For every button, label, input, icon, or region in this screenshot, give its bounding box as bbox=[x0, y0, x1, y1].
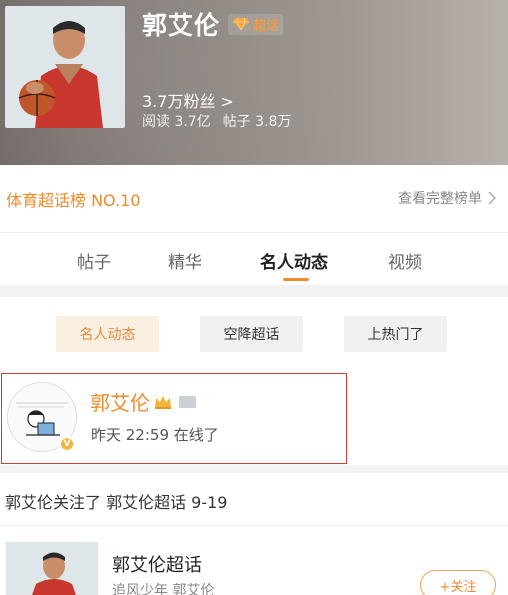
chevron-right-icon bbox=[488, 191, 496, 205]
crown-icon bbox=[155, 395, 171, 409]
diamond-icon bbox=[233, 17, 250, 31]
ranking-row[interactable]: 体育超话榜 NO.10 查看完整榜单 bbox=[0, 165, 508, 233]
filter-chips: 名人动态 空降超话 上热门了 bbox=[0, 297, 508, 371]
badge-label: 超话 bbox=[253, 18, 280, 34]
topic-subtitle: 追风少年 郭艾伦 bbox=[112, 583, 215, 595]
last-online-text: 昨天 22:59 在线了 bbox=[91, 426, 219, 444]
supertopic-badge[interactable]: 超话 bbox=[228, 13, 284, 35]
tab-featured[interactable]: 精华 bbox=[168, 248, 202, 273]
topic-thumbnail[interactable] bbox=[6, 542, 98, 595]
tab-posts[interactable]: 帖子 bbox=[77, 248, 111, 273]
activity-row[interactable]: 郭艾伦关注了 郭艾伦超话 9-19 bbox=[0, 473, 508, 526]
tab-bar: 帖子 精华 名人动态 视频 bbox=[0, 234, 508, 284]
cover-image[interactable] bbox=[5, 6, 125, 128]
post-count: 帖子 3.8万 bbox=[222, 114, 292, 130]
activity-text: 郭艾伦关注了 郭艾伦超话 9-19 bbox=[5, 493, 228, 512]
view-full-ranking-link[interactable]: 查看完整榜单 bbox=[398, 188, 496, 208]
ranking-label: 体育超话榜 NO.10 bbox=[6, 191, 141, 210]
level-badge-icon bbox=[179, 395, 196, 408]
tab-celebrity-updates[interactable]: 名人动态 bbox=[260, 248, 328, 273]
verified-icon: V bbox=[59, 436, 75, 452]
section-divider bbox=[0, 465, 508, 473]
active-tab-indicator bbox=[283, 278, 309, 281]
follow-button[interactable]: +关注 bbox=[420, 570, 496, 595]
topic-stats: 阅读 3.7亿 帖子 3.8万 bbox=[142, 111, 291, 131]
fans-count[interactable]: 3.7万粉丝 > bbox=[142, 88, 234, 112]
celebrity-name-row: 郭艾伦 bbox=[90, 387, 196, 416]
section-divider bbox=[0, 285, 508, 297]
filter-airdrop[interactable]: 空降超话 bbox=[200, 316, 303, 352]
topic-title: 郭艾伦 bbox=[142, 11, 221, 40]
tab-videos[interactable]: 视频 bbox=[388, 248, 422, 273]
read-count: 阅读 3.7亿 bbox=[142, 114, 211, 130]
filter-trending[interactable]: 上热门了 bbox=[344, 316, 447, 352]
topic-name: 郭艾伦超话 bbox=[112, 555, 202, 576]
celebrity-name[interactable]: 郭艾伦 bbox=[90, 387, 150, 416]
view-full-label: 查看完整榜单 bbox=[398, 191, 482, 207]
filter-celebrity-updates[interactable]: 名人动态 bbox=[56, 316, 159, 352]
celebrity-card[interactable]: V 郭艾伦 昨天 22:59 在线了 bbox=[1, 373, 347, 464]
title-row: 郭艾伦 超话 bbox=[142, 6, 284, 42]
supertopic-header: 郭艾伦 超话 3.7万粉丝 > 阅读 3.7亿 帖子 3.8万 bbox=[0, 0, 508, 165]
